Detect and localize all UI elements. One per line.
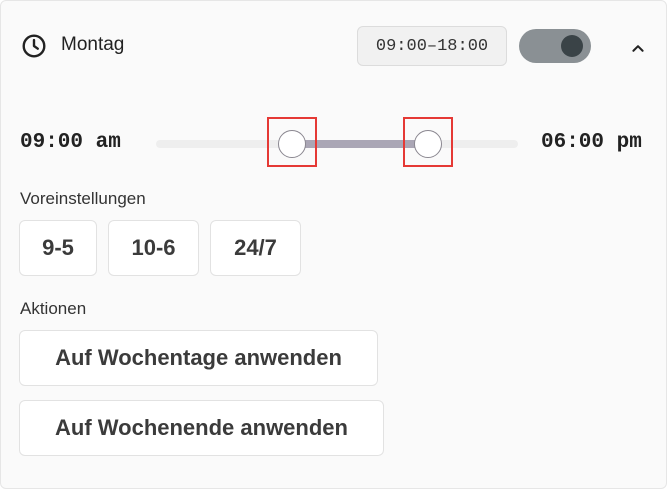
apply-weekdays-button[interactable]: Auf Wochentage anwenden xyxy=(19,330,378,386)
start-time-label: 09:00 am xyxy=(20,131,121,154)
preset-10-6-button[interactable]: 10-6 xyxy=(108,220,199,276)
presets-heading: Voreinstellungen xyxy=(20,189,146,208)
end-time-thumb[interactable] xyxy=(413,130,442,158)
time-range-slider[interactable] xyxy=(156,117,518,167)
preset-9-5-button[interactable]: 9-5 xyxy=(19,220,97,276)
actions-heading: Aktionen xyxy=(20,299,87,318)
day-schedule-card: Montag 09:00–18:00 09:00 am 06:00 pm Vor… xyxy=(0,0,667,489)
day-enabled-toggle[interactable] xyxy=(519,29,591,63)
end-time-label: 06:00 pm xyxy=(541,131,642,154)
chevron-up-icon[interactable] xyxy=(627,37,649,59)
start-time-thumb[interactable] xyxy=(277,130,306,158)
slider-selected-range xyxy=(291,140,428,148)
clock-icon xyxy=(22,34,46,58)
day-header[interactable]: Montag 09:00–18:00 xyxy=(1,1,666,91)
day-label: Montag xyxy=(61,34,125,55)
toggle-knob xyxy=(561,35,583,57)
apply-weekend-button[interactable]: Auf Wochenende anwenden xyxy=(19,400,384,456)
time-range-badge: 09:00–18:00 xyxy=(357,26,507,66)
preset-24-7-button[interactable]: 24/7 xyxy=(210,220,301,276)
